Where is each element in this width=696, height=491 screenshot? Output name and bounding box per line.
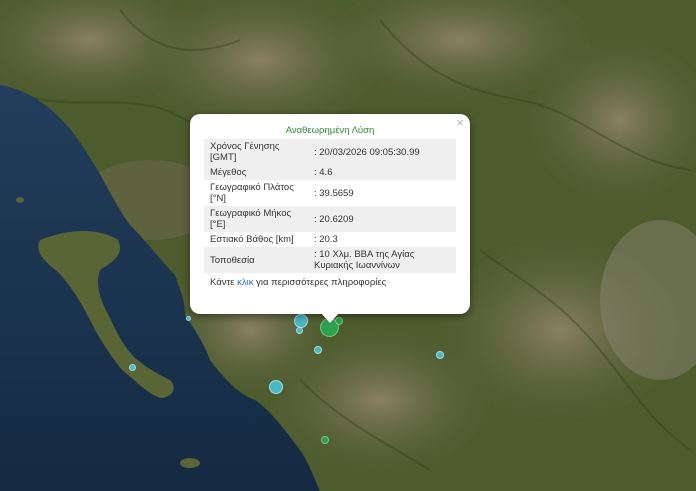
longitude-value: : 20.6209 xyxy=(308,206,456,232)
earthquake-info-popup: × Αναθεωρημένη Λύση Χρόνος Γένησης [GMT]… xyxy=(190,114,470,323)
more-info-prefix: Κάντε xyxy=(210,277,235,288)
origin-time-label: Χρόνος Γένησης [GMT] xyxy=(204,139,308,165)
close-icon[interactable]: × xyxy=(456,116,464,129)
depth-label: Εστιακό Βάθος [km] xyxy=(204,232,308,247)
location-value: : 10 Χλμ. ΒΒΑ της Αγίας Κυριακής Ιωαννίν… xyxy=(308,247,456,273)
earthquake-marker-icon[interactable] xyxy=(129,364,136,371)
popup-title: Αναθεωρημένη Λύση xyxy=(285,125,375,136)
magnitude-value: : 4.6 xyxy=(308,165,456,180)
islet xyxy=(16,197,24,203)
earthquake-marker-icon[interactable] xyxy=(436,351,444,359)
table-row: Μέγεθος : 4.6 xyxy=(204,165,456,180)
latitude-label: Γεωγραφικό Πλάτος [°N] xyxy=(204,180,308,206)
more-info-link[interactable]: κλικ xyxy=(237,277,253,288)
more-info-suffix: για περισσότερες πληροφορίες xyxy=(256,277,387,288)
earthquake-marker-icon[interactable] xyxy=(314,346,322,354)
earthquake-marker-icon[interactable] xyxy=(296,327,303,334)
info-table: Αναθεωρημένη Λύση Χρόνος Γένησης [GMT] :… xyxy=(204,122,456,273)
earthquake-marker-icon[interactable] xyxy=(186,316,191,321)
table-row: Τοποθεσία : 10 Χλμ. ΒΒΑ της Αγίας Κυριακ… xyxy=(204,247,456,273)
table-row: Γεωγραφικό Μήκος [°E] : 20.6209 xyxy=(204,206,456,232)
location-label: Τοποθεσία xyxy=(204,247,308,273)
latitude-value: : 39.5659 xyxy=(308,180,456,206)
earthquake-marker-icon[interactable] xyxy=(294,314,308,328)
earthquake-marker-icon[interactable] xyxy=(269,380,283,394)
longitude-label: Γεωγραφικό Μήκος [°E] xyxy=(204,206,308,232)
depth-value: : 20.3 xyxy=(308,232,456,247)
earthquake-marker-icon[interactable] xyxy=(321,436,329,444)
satellite-map[interactable]: × Αναθεωρημένη Λύση Χρόνος Γένησης [GMT]… xyxy=(0,0,696,491)
table-row: Εστιακό Βάθος [km] : 20.3 xyxy=(204,232,456,247)
popup-pointer xyxy=(321,313,339,323)
more-info-line: Κάντε κλικ για περισσότερες πληροφορίες xyxy=(204,273,456,288)
origin-time-value: : 20/03/2026 09:05:30.99 xyxy=(308,139,456,165)
table-row: Γεωγραφικό Πλάτος [°N] : 39.5659 xyxy=(204,180,456,206)
paxi-island xyxy=(180,458,200,468)
table-row: Χρόνος Γένησης [GMT] : 20/03/2026 09:05:… xyxy=(204,139,456,165)
magnitude-label: Μέγεθος xyxy=(204,165,308,180)
popup-title-row: Αναθεωρημένη Λύση xyxy=(204,122,456,139)
